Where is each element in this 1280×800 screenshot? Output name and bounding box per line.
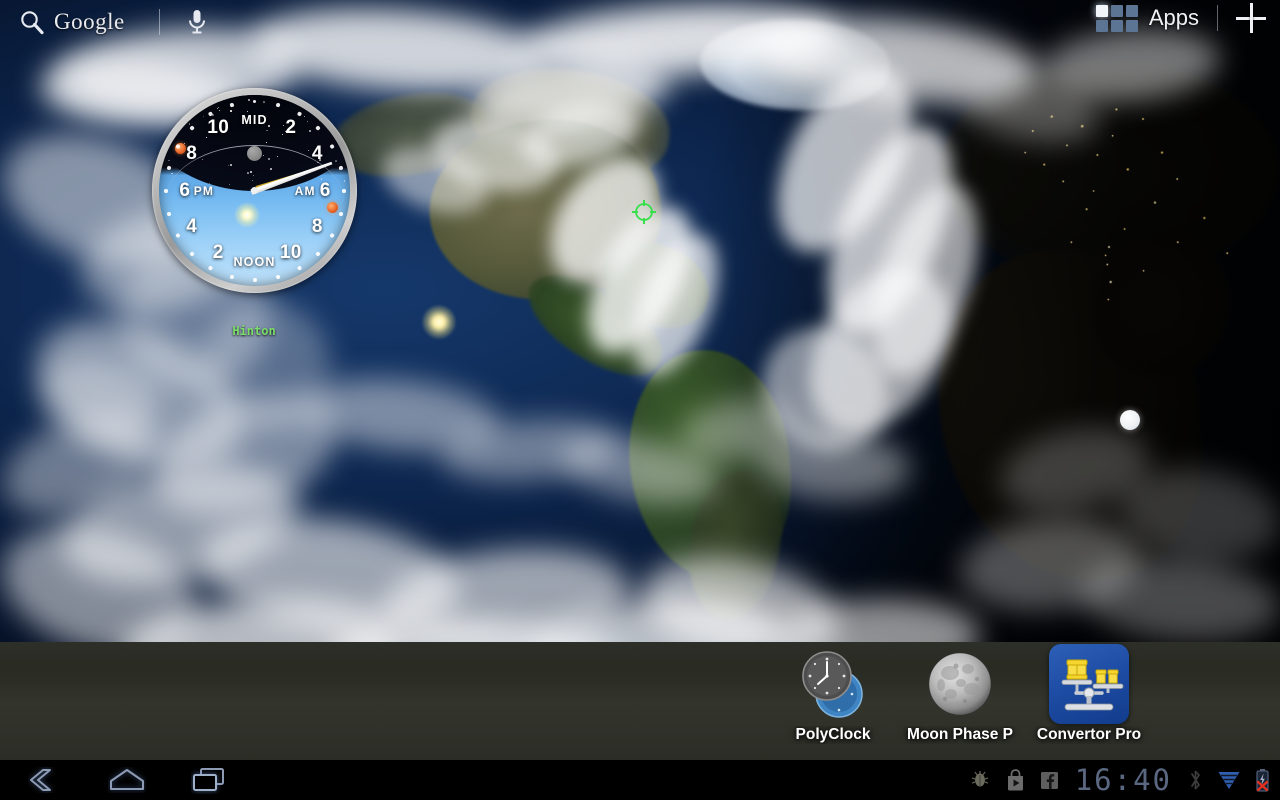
home-screen: 10 2 8 4 6 6 4 8 2 10 MID NOON PM AM Hinton Google [0,0,1280,800]
balance-scale-icon [1029,644,1149,724]
recent-apps-icon[interactable] [186,764,232,796]
polyclock-widget[interactable]: 10 2 8 4 6 6 4 8 2 10 MID NOON PM AM [152,88,357,293]
clock-hour-numeral: 6 [179,179,191,201]
clock-hour-numeral: 2 [285,116,297,138]
facebook-f-icon[interactable] [1040,771,1059,790]
shortcut-label: PolyClock [795,726,871,743]
apps-grid-icon[interactable] [1095,4,1138,32]
shortcut-label: Convertor Pro [1036,726,1142,743]
city-lights-mediterranean [1060,185,1250,295]
location-crosshair-marker [632,200,656,224]
play-store-bag-icon[interactable] [1005,769,1026,791]
shortcut-moonphase[interactable]: Moon Phase P [900,645,1020,744]
clock-hour-numeral: 4 [186,215,198,237]
clock-hour-numeral: 8 [311,215,323,237]
shortcut-convertor[interactable]: Convertor Pro [1029,644,1149,744]
navigation-buttons [22,764,232,796]
search-divider [158,9,160,35]
clock-moon-disc [247,145,262,161]
home-icon[interactable] [104,764,150,796]
clock-faces-icon [773,645,893,723]
google-search-bar[interactable]: Google [14,4,212,40]
clock-face: 10 2 8 4 6 6 4 8 2 10 MID NOON PM AM [159,95,350,286]
shortcut-polyclock[interactable]: PolyClock [773,645,893,744]
plus-icon[interactable] [1236,3,1266,33]
android-bug-icon[interactable] [969,769,991,791]
signal-triangle-icon[interactable] [1217,769,1241,791]
sunset-dot [326,201,338,213]
clock-hour-numeral: 10 [279,242,302,264]
google-wordmark[interactable]: Google [54,9,125,35]
back-arrow-icon[interactable] [22,764,68,796]
clock-hour-numeral: 8 [186,143,198,165]
city-lights-nile [1092,240,1126,310]
clock-word-label: PM [193,183,214,198]
shortcut-label: Moon Phase P [907,726,1013,743]
clock-hand-center [251,187,258,194]
clock-word-label: MID [241,112,268,127]
top-bar: Google Apps [0,0,1280,44]
apps-area: Apps [1095,3,1266,33]
clock-word-label: AM [294,183,316,198]
sun-position-marker [422,305,456,339]
apps-divider [1217,5,1218,31]
clock-sun-glow [233,201,260,228]
apps-label[interactable]: Apps [1149,5,1199,31]
system-bar: 16:40 [0,760,1280,800]
clock-hour-numeral: 6 [319,179,331,201]
battery-error-icon[interactable] [1255,768,1270,793]
clock-word-label: NOON [233,255,276,270]
clock-hour-numeral: 4 [311,143,323,165]
moon-icon [900,645,1020,723]
status-area[interactable]: 16:40 [969,760,1270,800]
moon-position-marker [1120,410,1140,430]
bluetooth-icon[interactable] [1188,768,1203,792]
widget-city-label: Hinton [232,324,276,338]
search-icon[interactable] [14,4,50,40]
microphone-icon[interactable] [182,6,212,38]
clock-hour-numeral: 10 [207,116,230,138]
status-clock[interactable]: 16:40 [1075,763,1172,797]
clock-hour-numeral: 2 [212,242,224,264]
